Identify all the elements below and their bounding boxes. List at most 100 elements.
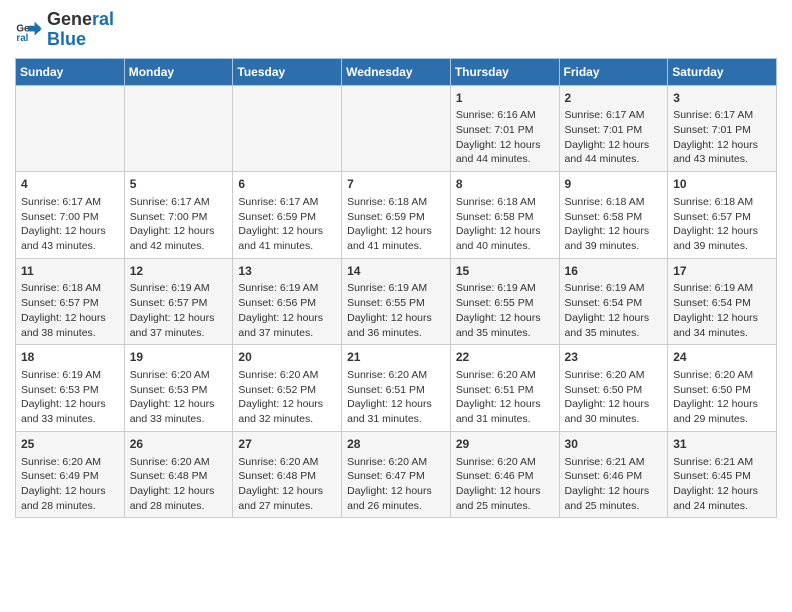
day-info: Daylight: 12 hours and 43 minutes.: [21, 224, 119, 253]
calendar-cell: 27Sunrise: 6:20 AMSunset: 6:48 PMDayligh…: [233, 431, 342, 518]
day-info: Daylight: 12 hours and 31 minutes.: [456, 397, 554, 426]
day-info: Sunrise: 6:20 AM: [21, 455, 119, 470]
calendar-week-4: 18Sunrise: 6:19 AMSunset: 6:53 PMDayligh…: [16, 345, 777, 432]
day-number: 17: [673, 263, 771, 280]
day-info: Sunrise: 6:20 AM: [673, 368, 771, 383]
day-info: Sunset: 6:57 PM: [21, 296, 119, 311]
day-info: Sunrise: 6:19 AM: [347, 281, 445, 296]
day-info: Sunset: 6:52 PM: [238, 383, 336, 398]
day-info: Sunrise: 6:17 AM: [130, 195, 228, 210]
calendar-header-row: SundayMondayTuesdayWednesdayThursdayFrid…: [16, 58, 777, 85]
day-info: Sunset: 7:01 PM: [565, 123, 663, 138]
calendar-cell: 11Sunrise: 6:18 AMSunset: 6:57 PMDayligh…: [16, 258, 125, 345]
calendar-cell: 18Sunrise: 6:19 AMSunset: 6:53 PMDayligh…: [16, 345, 125, 432]
day-info: Daylight: 12 hours and 39 minutes.: [565, 224, 663, 253]
day-info: Sunrise: 6:19 AM: [456, 281, 554, 296]
day-info: Sunset: 6:57 PM: [673, 210, 771, 225]
day-info: Sunset: 6:48 PM: [130, 469, 228, 484]
calendar-cell: 6Sunrise: 6:17 AMSunset: 6:59 PMDaylight…: [233, 172, 342, 259]
day-info: Sunrise: 6:20 AM: [130, 368, 228, 383]
day-info: Daylight: 12 hours and 39 minutes.: [673, 224, 771, 253]
day-number: 8: [456, 176, 554, 193]
day-number: 21: [347, 349, 445, 366]
day-header-tuesday: Tuesday: [233, 58, 342, 85]
day-info: Sunrise: 6:19 AM: [673, 281, 771, 296]
calendar-cell: 30Sunrise: 6:21 AMSunset: 6:46 PMDayligh…: [559, 431, 668, 518]
day-number: 27: [238, 436, 336, 453]
day-number: 29: [456, 436, 554, 453]
day-info: Sunrise: 6:19 AM: [21, 368, 119, 383]
calendar-week-3: 11Sunrise: 6:18 AMSunset: 6:57 PM Dayligh…: [16, 258, 777, 345]
calendar-cell: 16Sunrise: 6:19 AMSunset: 6:54 PMDayligh…: [559, 258, 668, 345]
day-info: Sunrise: 6:20 AM: [238, 368, 336, 383]
day-info: Daylight: 12 hours and 24 minutes.: [673, 484, 771, 513]
day-info: Sunset: 6:53 PM: [130, 383, 228, 398]
calendar-week-1: 1Sunrise: 6:16 AMSunset: 7:01 PMDaylight…: [16, 85, 777, 172]
day-info: Sunset: 6:56 PM: [238, 296, 336, 311]
day-number: 3: [673, 90, 771, 107]
day-info: Daylight: 12 hours and 34 minutes.: [673, 311, 771, 340]
day-info: Sunset: 6:51 PM: [456, 383, 554, 398]
calendar-cell: [342, 85, 451, 172]
day-info: Sunset: 6:49 PM: [21, 469, 119, 484]
logo: Gene ral GeneralBlue: [15, 10, 114, 50]
day-info: Sunset: 6:55 PM: [347, 296, 445, 311]
day-info: Sunrise: 6:18 AM: [21, 281, 119, 296]
day-info: Sunset: 6:50 PM: [673, 383, 771, 398]
calendar-cell: 2Sunrise: 6:17 AMSunset: 7:01 PMDaylight…: [559, 85, 668, 172]
calendar-cell: 9Sunrise: 6:18 AMSunset: 6:58 PMDaylight…: [559, 172, 668, 259]
calendar-cell: 8Sunrise: 6:18 AMSunset: 6:58 PMDaylight…: [450, 172, 559, 259]
calendar-cell: 17Sunrise: 6:19 AMSunset: 6:54 PMDayligh…: [668, 258, 777, 345]
day-number: 9: [565, 176, 663, 193]
day-info: Daylight: 12 hours and 36 minutes.: [347, 311, 445, 340]
day-info: Daylight: 12 hours and 27 minutes.: [238, 484, 336, 513]
day-number: 11: [21, 263, 119, 280]
calendar-cell: 31Sunrise: 6:21 AMSunset: 6:45 PMDayligh…: [668, 431, 777, 518]
calendar-cell: 14Sunrise: 6:19 AMSunset: 6:55 PMDayligh…: [342, 258, 451, 345]
calendar-cell: [124, 85, 233, 172]
calendar-cell: 13Sunrise: 6:19 AMSunset: 6:56 PMDayligh…: [233, 258, 342, 345]
day-number: 5: [130, 176, 228, 193]
day-header-monday: Monday: [124, 58, 233, 85]
day-info: Daylight: 12 hours and 25 minutes.: [456, 484, 554, 513]
page-header: Gene ral GeneralBlue: [15, 10, 777, 50]
day-info: Sunset: 7:01 PM: [673, 123, 771, 138]
day-info: Sunset: 6:55 PM: [456, 296, 554, 311]
calendar-cell: 21Sunrise: 6:20 AMSunset: 6:51 PMDayligh…: [342, 345, 451, 432]
calendar-cell: 20Sunrise: 6:20 AMSunset: 6:52 PMDayligh…: [233, 345, 342, 432]
day-number: 30: [565, 436, 663, 453]
day-number: 7: [347, 176, 445, 193]
day-info: Daylight: 12 hours and 26 minutes.: [347, 484, 445, 513]
logo-icon: Gene ral: [15, 16, 43, 44]
day-info: Daylight: 12 hours and 33 minutes.: [130, 397, 228, 426]
day-info: Sunset: 7:00 PM: [21, 210, 119, 225]
day-info: Sunset: 6:46 PM: [565, 469, 663, 484]
day-number: 12: [130, 263, 228, 280]
day-number: 4: [21, 176, 119, 193]
day-number: 15: [456, 263, 554, 280]
calendar-cell: 7Sunrise: 6:18 AMSunset: 6:59 PMDaylight…: [342, 172, 451, 259]
day-number: 18: [21, 349, 119, 366]
day-info: Daylight: 12 hours and 44 minutes.: [456, 138, 554, 167]
calendar-cell: 22Sunrise: 6:20 AMSunset: 6:51 PMDayligh…: [450, 345, 559, 432]
calendar-cell: 28Sunrise: 6:20 AMSunset: 6:47 PMDayligh…: [342, 431, 451, 518]
day-info: Daylight: 12 hours and 37 minutes.: [238, 311, 336, 340]
day-info: Sunrise: 6:21 AM: [673, 455, 771, 470]
day-info: Daylight: 12 hours and 44 minutes.: [565, 138, 663, 167]
calendar-cell: 24Sunrise: 6:20 AMSunset: 6:50 PMDayligh…: [668, 345, 777, 432]
calendar-cell: 5Sunrise: 6:17 AMSunset: 7:00 PMDaylight…: [124, 172, 233, 259]
day-info: Sunrise: 6:19 AM: [565, 281, 663, 296]
day-info: Sunset: 6:54 PM: [673, 296, 771, 311]
svg-text:ral: ral: [16, 33, 28, 44]
day-info: Daylight: 12 hours and 41 minutes.: [347, 224, 445, 253]
day-info: Daylight: 12 hours and 42 minutes.: [130, 224, 228, 253]
day-info: Sunrise: 6:20 AM: [456, 455, 554, 470]
day-info: Daylight: 12 hours and 37 minutes.: [130, 311, 228, 340]
day-info: Sunset: 6:58 PM: [565, 210, 663, 225]
day-info: Daylight: 12 hours and 30 minutes.: [565, 397, 663, 426]
day-info: Daylight: 12 hours and 25 minutes.: [565, 484, 663, 513]
day-info: Sunrise: 6:20 AM: [347, 455, 445, 470]
day-info: Sunrise: 6:17 AM: [565, 108, 663, 123]
calendar-cell: 15Sunrise: 6:19 AMSunset: 6:55 PMDayligh…: [450, 258, 559, 345]
calendar-table: SundayMondayTuesdayWednesdayThursdayFrid…: [15, 58, 777, 519]
